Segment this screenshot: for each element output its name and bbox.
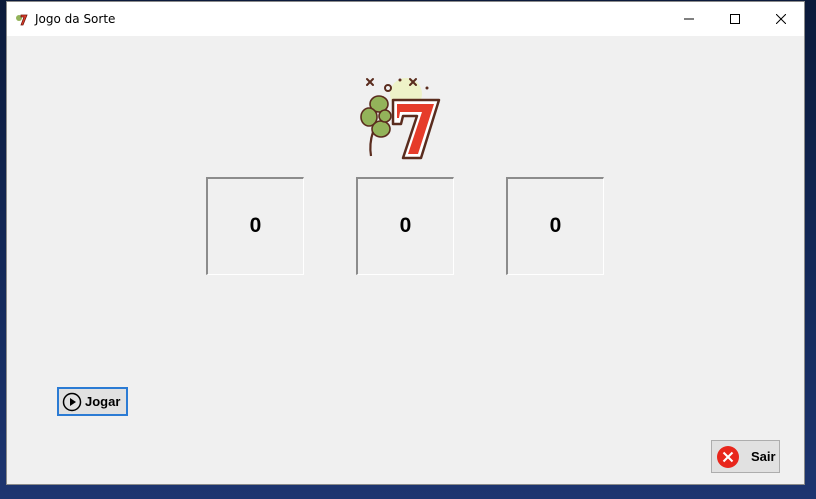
play-button-label: Jogar xyxy=(85,394,121,409)
window-title: Jogo da Sorte xyxy=(35,12,116,26)
play-circle-icon xyxy=(62,392,82,411)
slot-value: 0 xyxy=(549,214,562,237)
slot-value: 0 xyxy=(399,214,412,237)
exit-button[interactable]: Sair xyxy=(711,440,780,473)
title-bar[interactable]: Jogo da Sorte xyxy=(7,2,804,36)
maximize-icon xyxy=(730,14,740,24)
minimize-button[interactable] xyxy=(666,2,712,36)
close-icon xyxy=(776,14,786,24)
slot-box: 0 xyxy=(506,177,604,275)
slot-value: 0 xyxy=(249,214,262,237)
app-window: Jogo da Sorte 0 0 0 Jogar Sair xyxy=(6,1,805,485)
slot-box: 0 xyxy=(206,177,304,275)
close-window-button[interactable] xyxy=(758,2,804,36)
close-circle-icon xyxy=(717,445,739,468)
play-button[interactable]: Jogar xyxy=(57,387,128,416)
exit-button-label: Sair xyxy=(751,449,776,464)
lucky-seven-icon xyxy=(16,14,28,26)
maximize-button[interactable] xyxy=(712,2,758,36)
slot-box: 0 xyxy=(356,177,454,275)
minimize-icon xyxy=(684,18,694,20)
lucky-seven-logo xyxy=(360,78,441,160)
